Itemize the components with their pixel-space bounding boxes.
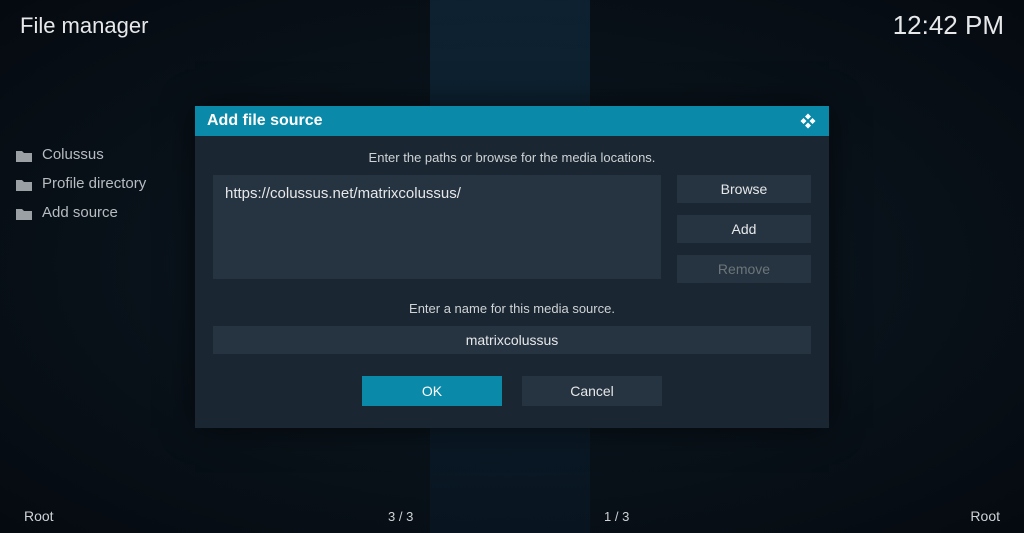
folder-icon [16,149,32,161]
sidebar-item-label: Colussus [42,146,104,163]
sidebar-item-label: Profile directory [42,175,146,192]
footer: Root Root [0,504,1024,528]
header: File manager 12:42 PM [20,10,1004,41]
footer-left-counter: 3 / 3 [388,509,413,524]
sidebar: Colussus Profile directory Add source [12,140,150,227]
sidebar-item-label: Add source [42,204,118,221]
cancel-button[interactable]: Cancel [522,376,662,406]
add-file-source-dialog: Add file source Enter the paths or brows… [195,106,829,428]
folder-icon [16,178,32,190]
source-name-input[interactable]: matrixcolussus [213,326,811,354]
paths-prompt: Enter the paths or browse for the media … [213,150,811,165]
sidebar-item-profile-directory[interactable]: Profile directory [12,169,150,198]
dialog-title-bar: Add file source [195,106,829,136]
sidebar-item-colussus[interactable]: Colussus [12,140,150,169]
browse-button[interactable]: Browse [677,175,811,203]
page-title: File manager [20,13,148,39]
name-prompt: Enter a name for this media source. [213,301,811,316]
footer-right-root: Root [970,508,1000,524]
add-button[interactable]: Add [677,215,811,243]
remove-button: Remove [677,255,811,283]
clock: 12:42 PM [893,10,1004,41]
sidebar-item-add-source[interactable]: Add source [12,198,150,227]
source-url-input[interactable]: https://colussus.net/matrixcolussus/ [213,175,661,279]
folder-icon [16,207,32,219]
kodi-icon [799,112,817,130]
dialog-title: Add file source [207,112,323,130]
footer-left-root: Root [24,508,54,524]
ok-button[interactable]: OK [362,376,502,406]
footer-right-counter: 1 / 3 [604,509,629,524]
